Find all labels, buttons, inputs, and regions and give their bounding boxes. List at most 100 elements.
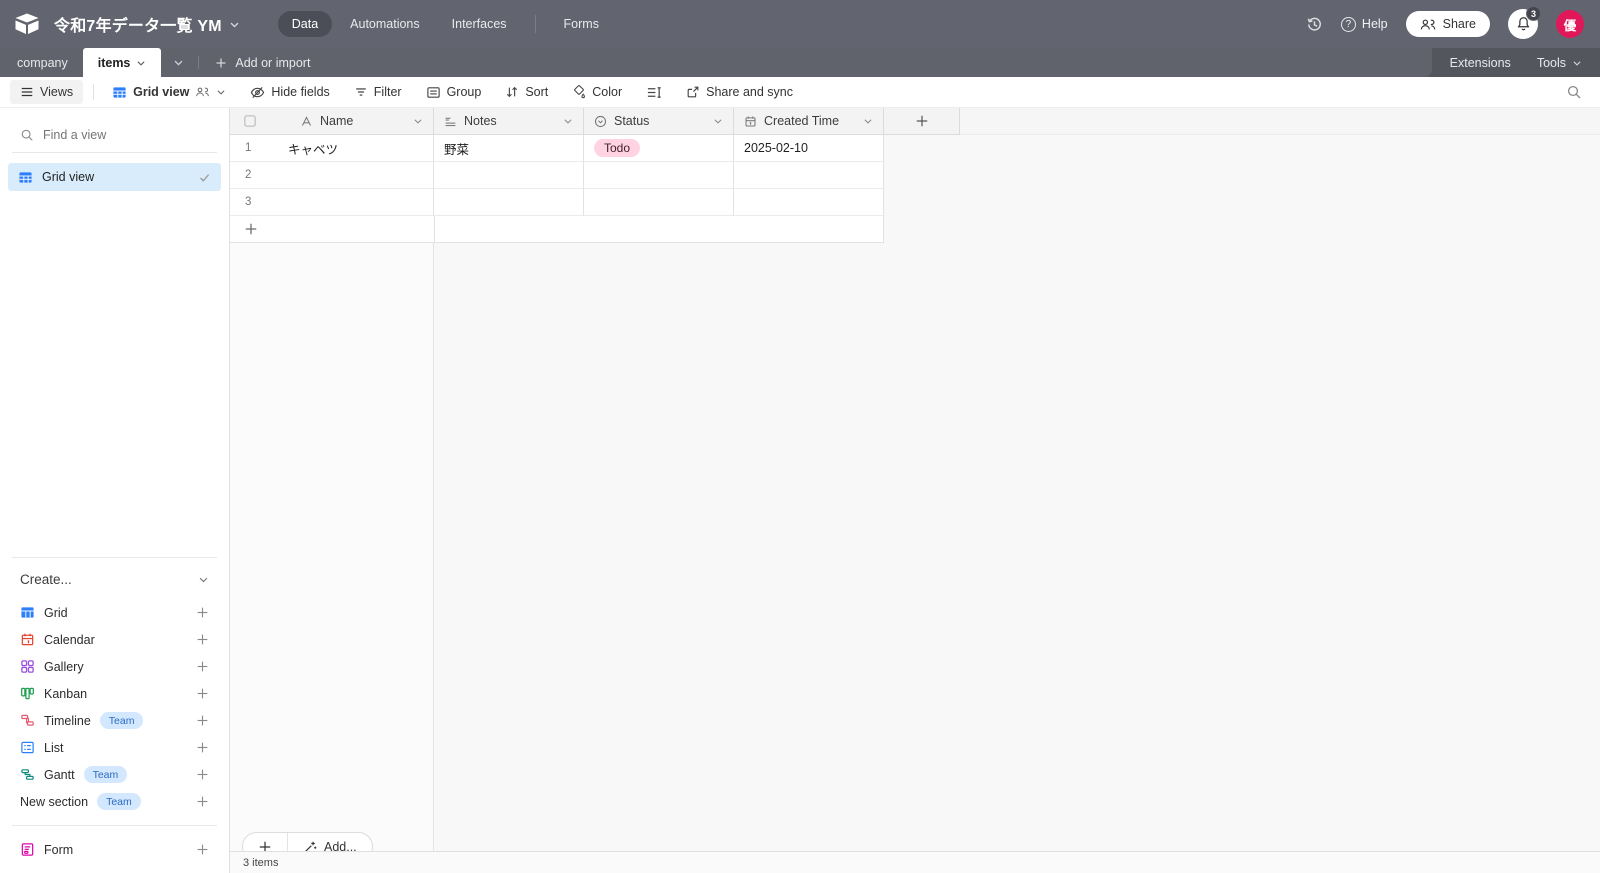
- hide-fields-button[interactable]: Hide fields: [242, 81, 337, 104]
- add-or-import-button[interactable]: Add or import: [201, 48, 324, 77]
- avatar[interactable]: 優: [1556, 10, 1584, 38]
- row-number: 1: [245, 142, 252, 154]
- group-icon: [426, 85, 441, 100]
- search-icon[interactable]: [1566, 84, 1582, 100]
- sort-button[interactable]: Sort: [497, 81, 556, 103]
- create-header[interactable]: Create...: [0, 572, 229, 599]
- plus-icon[interactable]: [196, 843, 209, 856]
- plus-icon[interactable]: [196, 687, 209, 700]
- select-all-checkbox[interactable]: [244, 115, 256, 127]
- airtable-logo-icon[interactable]: [14, 13, 40, 35]
- team-badge: Team: [97, 793, 141, 810]
- column-header-status[interactable]: Status: [584, 108, 734, 135]
- plus-icon[interactable]: [196, 660, 209, 673]
- plus-icon[interactable]: [196, 714, 209, 727]
- tab-data[interactable]: Data: [277, 11, 333, 37]
- chevron-down-icon[interactable]: [863, 116, 873, 126]
- kanban-icon: [20, 686, 35, 701]
- create-item-label: Gantt: [44, 767, 75, 782]
- cell-status[interactable]: [584, 162, 734, 189]
- tab-forms[interactable]: Forms: [550, 11, 613, 37]
- plus-icon[interactable]: [196, 606, 209, 619]
- extensions-button[interactable]: Extensions: [1450, 56, 1511, 70]
- chevron-down-icon[interactable]: [563, 116, 573, 126]
- plus-icon[interactable]: [196, 768, 209, 781]
- cell-name[interactable]: 2: [230, 162, 434, 189]
- cell-notes[interactable]: 野菜: [434, 135, 584, 162]
- find-view-input[interactable]: [43, 128, 183, 142]
- create-item-label: Timeline: [44, 713, 91, 728]
- chevron-down-icon[interactable]: [713, 116, 723, 126]
- table-row[interactable]: 3: [230, 189, 1600, 216]
- views-button[interactable]: Views: [10, 80, 84, 104]
- add-row[interactable]: [230, 216, 1600, 243]
- filter-button[interactable]: Filter: [346, 81, 410, 103]
- tab-automations[interactable]: Automations: [336, 11, 433, 37]
- cell-name[interactable]: 3: [230, 189, 434, 216]
- team-badge: Team: [99, 712, 144, 729]
- chevron-down-icon[interactable]: [413, 116, 423, 126]
- column-label: Name: [320, 114, 354, 128]
- column-header-notes[interactable]: Notes: [434, 108, 584, 135]
- long-text-icon: [444, 115, 457, 128]
- table-row[interactable]: 1 キャベツ 野菜 Todo 2025-02-10: [230, 135, 1600, 162]
- collaborators-icon: [195, 86, 210, 98]
- row-height-button[interactable]: [638, 81, 670, 104]
- gantt-icon: [20, 767, 35, 782]
- table-tab-company[interactable]: company: [2, 48, 83, 77]
- strip-divider: [198, 56, 200, 69]
- cell-value: 2025-02-10: [744, 141, 808, 155]
- create-item-form[interactable]: Form: [0, 836, 229, 863]
- cell-created-time[interactable]: [734, 189, 884, 216]
- help-button[interactable]: ? Help: [1340, 16, 1388, 32]
- cell-created-time[interactable]: 2025-02-10: [734, 135, 884, 162]
- share-and-sync-button[interactable]: Share and sync: [678, 81, 801, 103]
- create-item-gantt[interactable]: Gantt Team: [0, 761, 229, 788]
- table-tab-items[interactable]: items: [82, 48, 162, 77]
- plus-icon[interactable]: [196, 741, 209, 754]
- cell-created-time[interactable]: [734, 162, 884, 189]
- row-height-icon: [646, 85, 662, 100]
- single-select-icon: [594, 115, 607, 128]
- view-switcher[interactable]: Grid view: [104, 81, 234, 104]
- create-item-new-section[interactable]: New section Team: [0, 788, 229, 815]
- plus-icon[interactable]: [196, 633, 209, 646]
- base-title[interactable]: 令和7年データ一覧 YM: [54, 12, 240, 36]
- column-header-created-time[interactable]: Created Time: [734, 108, 884, 135]
- table-row[interactable]: 2: [230, 162, 1600, 189]
- find-view-search[interactable]: [12, 120, 217, 153]
- column-header-name[interactable]: Name: [230, 108, 434, 135]
- create-item-list[interactable]: List: [0, 734, 229, 761]
- tools-button[interactable]: Tools: [1537, 56, 1582, 70]
- table-list-chevron-button[interactable]: [161, 48, 196, 77]
- create-item-calendar[interactable]: Calendar: [0, 626, 229, 653]
- plus-icon[interactable]: [196, 795, 209, 808]
- create-item-timeline[interactable]: Timeline Team: [0, 707, 229, 734]
- create-item-kanban[interactable]: Kanban: [0, 680, 229, 707]
- notification-badge: 3: [1525, 6, 1541, 21]
- search-icon: [20, 128, 34, 142]
- form-icon: [20, 842, 35, 857]
- history-icon[interactable]: [1306, 16, 1323, 33]
- color-icon: [572, 85, 586, 99]
- cell-notes[interactable]: [434, 189, 584, 216]
- color-button[interactable]: Color: [564, 81, 630, 103]
- sort-label: Sort: [525, 85, 549, 99]
- grid-header-row: Name Notes Status Created Time: [230, 108, 1600, 135]
- cell-status[interactable]: [584, 189, 734, 216]
- tab-interfaces[interactable]: Interfaces: [438, 11, 521, 37]
- grid-area: Name Notes Status Created Time 1 キャベツ 野菜…: [230, 108, 1600, 873]
- add-field-button[interactable]: [884, 108, 960, 135]
- notifications-button[interactable]: 3: [1508, 6, 1541, 39]
- share-button[interactable]: Share: [1405, 11, 1490, 37]
- row-filler: [884, 216, 1600, 243]
- row-filler: [884, 162, 1600, 189]
- sidebar-view-grid-view[interactable]: Grid view: [8, 163, 221, 191]
- create-item-gallery[interactable]: Gallery: [0, 653, 229, 680]
- create-item-grid[interactable]: Grid: [0, 599, 229, 626]
- cell-notes[interactable]: [434, 162, 584, 189]
- cell-status[interactable]: Todo: [584, 135, 734, 162]
- row-number: 2: [245, 169, 252, 181]
- group-button[interactable]: Group: [418, 81, 490, 104]
- cell-name[interactable]: 1 キャベツ: [230, 135, 434, 162]
